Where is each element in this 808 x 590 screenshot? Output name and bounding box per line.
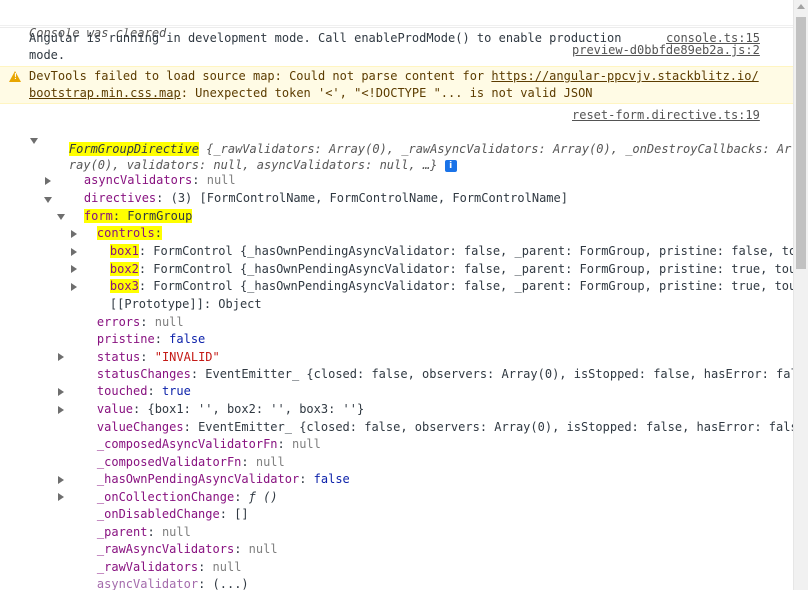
expand-arrow-box1[interactable] [71, 230, 77, 238]
prop-prototype[interactable]: [[Prototype]]: Object [81, 279, 262, 311]
prop-box2[interactable]: box2: FormControl {_hasOwnPendingAsyncVa… [81, 244, 794, 276]
prop-hasOwnPendingAsyncValidator: _hasOwnPendingAsyncValidator: false [96, 472, 350, 486]
prop-parent: _parent: null [96, 525, 191, 539]
prop-rawAsyncValidators: _rawAsyncValidators: null [96, 542, 278, 556]
prop-directives[interactable]: directives: (3) [FormControlName, FormCo… [55, 173, 568, 205]
warning-prefix: DevTools failed to load source map: Coul… [29, 69, 492, 83]
prop-valueChanges[interactable]: valueChanges: EventEmitter_ {closed: fal… [68, 402, 794, 434]
prop-value: ƒ () [248, 490, 278, 504]
prop-rawValidators: _rawValidators: null [96, 560, 242, 574]
prop-box3[interactable]: box3: FormControl {_hasOwnPendingAsyncVa… [81, 261, 794, 293]
prop-asyncValidators: asyncValidators: null [83, 173, 236, 187]
prop-value: (3) [FormControlName, FormControlName, F… [170, 191, 568, 205]
expand-arrow-form[interactable] [44, 197, 52, 203]
prop-pristine: pristine: false [96, 332, 206, 346]
vertical-scrollbar[interactable] [793, 0, 808, 590]
expand-arrow-onDisabledChange[interactable] [58, 493, 64, 501]
expand-arrow-box3[interactable] [71, 265, 77, 273]
prop-value: EventEmitter_ {closed: false, observers:… [205, 367, 794, 381]
expand-arrow-prototype[interactable] [71, 283, 77, 291]
expand-arrow-onCollectionChange[interactable] [58, 476, 64, 484]
warning-line-1: DevTools failed to load source map: Coul… [29, 68, 759, 85]
console-message-angular: Angular is running in development mode. … [0, 30, 794, 64]
prop-statusChanges[interactable]: statusChanges: EventEmitter_ {closed: fa… [68, 349, 794, 381]
prop-value: false [313, 472, 350, 486]
prop-composedAsyncValidatorFn: _composedAsyncValidatorFn: null [96, 437, 321, 451]
expand-arrow-directives[interactable] [45, 177, 51, 185]
expand-arrow-statusChanges[interactable] [58, 353, 64, 361]
prop-box1[interactable]: box1: FormControl {_hasOwnPendingAsyncVa… [81, 226, 794, 258]
prop-value: null [291, 437, 321, 451]
prop-controls[interactable]: controls: [68, 208, 162, 240]
source-link-console[interactable]: console.ts:15 [666, 30, 760, 47]
console-panel: Console was cleared preview-d0bbfde89eb2… [0, 0, 794, 590]
warning-suffix: : Unexpected token '<', "<!DOCTYPE "... … [180, 86, 593, 100]
scrollbar-thumb[interactable] [796, 17, 806, 269]
prop-status: status: "INVALID" [96, 350, 220, 364]
source-link-reset-form[interactable]: reset-form.directive.ts:19 [572, 107, 760, 124]
expand-arrow-valueChanges[interactable] [58, 406, 64, 414]
prop-value-row[interactable]: value: {box1: '', box2: '', box3: ''} [68, 384, 364, 416]
prop-value: Object [218, 297, 262, 311]
prop-touched: touched: true [96, 384, 191, 398]
console-message-cleared: Console was cleared preview-d0bbfde89eb2… [0, 8, 794, 57]
object-header[interactable]: FormGroupDirective {_rawValidators: Arra… [40, 124, 791, 156]
prop-value: (...) [212, 577, 249, 590]
warning-line-2: bootstrap.min.css.map: Unexpected token … [29, 85, 593, 102]
prop-dirty-getter[interactable]: dirty: (...) [68, 577, 184, 590]
expand-arrow-controls[interactable] [57, 214, 65, 220]
expand-arrow-box2[interactable] [71, 248, 77, 256]
angular-line-2: mode. [29, 48, 66, 62]
prop-onCollectionChange[interactable]: _onCollectionChange: ƒ () [68, 472, 278, 504]
scroll-up-arrow-icon[interactable] [797, 4, 805, 9]
expand-arrow-value[interactable] [58, 388, 64, 396]
warning-link-map[interactable]: bootstrap.min.css.map [29, 86, 181, 100]
console-warning: DevTools failed to load source map: Coul… [0, 66, 794, 104]
prop-onDisabledChange[interactable]: _onDisabledChange: [] [68, 489, 249, 521]
warning-link-url[interactable]: https://angular-ppcvjv.stackblitz.io/ [491, 69, 758, 83]
prop-errors: errors: null [96, 315, 184, 329]
angular-line-1: Angular is running in development mode. … [29, 31, 622, 45]
info-icon[interactable]: i [444, 159, 457, 172]
prop-asyncValidator-getter[interactable]: asyncValidator: (...) [68, 559, 249, 590]
prop-composedValidatorFn: _composedValidatorFn: null [96, 455, 285, 469]
expand-arrow-root[interactable] [30, 138, 38, 144]
prop-value: null [248, 542, 278, 556]
prop-form[interactable]: form: FormGroup [55, 191, 193, 223]
prop-value: [] [234, 507, 249, 521]
warning-icon [9, 71, 21, 82]
